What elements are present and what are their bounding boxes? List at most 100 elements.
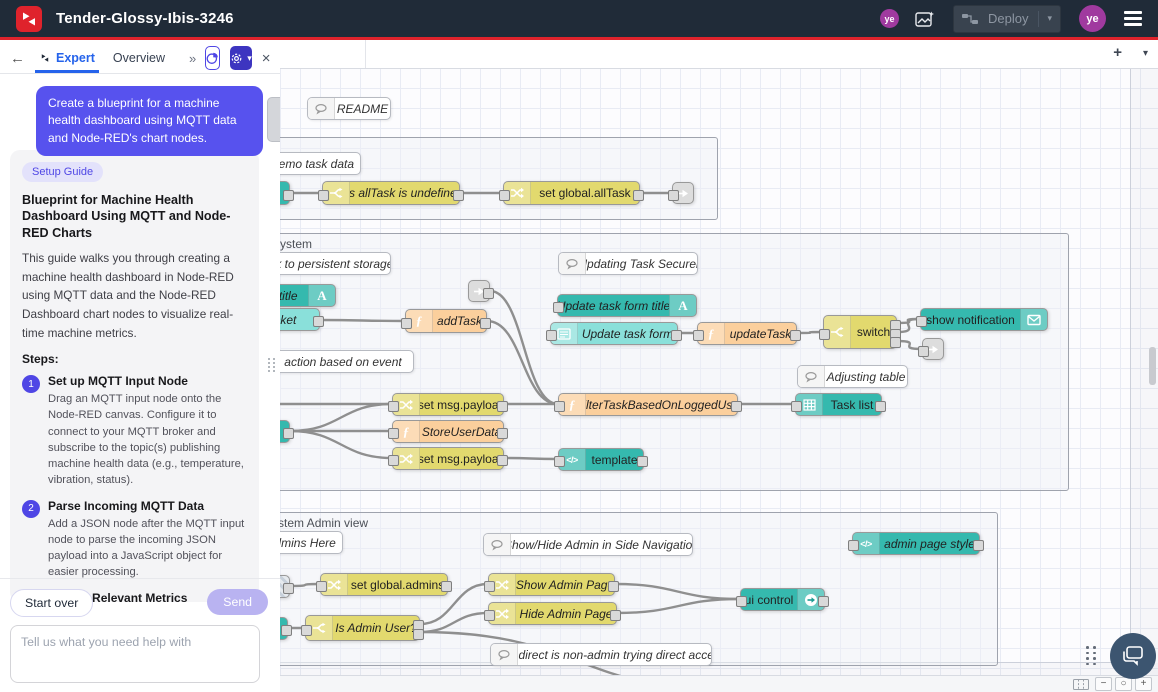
input-port[interactable] [318,190,329,201]
zoom-in-button[interactable]: + [1135,677,1152,691]
ui-admin-page-style[interactable]: </>admin page style [852,532,980,555]
function-updatetask[interactable]: ƒupdateTask [697,322,797,345]
link-out-2[interactable] [922,338,944,360]
output-port[interactable] [283,583,294,594]
switch-is-alltask-undefined[interactable]: Is allTask is undefined [322,181,460,205]
flow-canvas[interactable]: Task systemTask system Admin viewREADMED… [280,40,1158,692]
ui-control[interactable]: ui control [740,588,825,611]
output-port[interactable] [497,455,508,466]
sidebar-resize-handle[interactable] [268,358,276,372]
palette-handle[interactable] [267,97,280,142]
flowfuse-logo-icon[interactable] [16,6,42,32]
ui-add-ticket[interactable]: Add ticket [280,308,320,331]
output-port[interactable] [313,316,324,327]
output-port[interactable] [610,610,621,621]
output-port[interactable] [973,540,984,551]
change-set-global-admins[interactable]: set global.admins [320,573,448,596]
ui-update-task-form-title[interactable]: Update task form titleA [557,294,697,317]
output-port[interactable] [671,330,682,341]
chat-fab-button[interactable] [1110,633,1156,679]
output-port[interactable] [731,401,742,412]
output-port[interactable] [480,318,491,329]
assistant-input[interactable] [10,625,260,683]
ai-image-icon[interactable] [915,10,935,28]
ui-template[interactable]: </>template [558,448,644,471]
input-port[interactable] [301,625,312,636]
comment-action-based-on-event[interactable]: action based on event [280,350,414,373]
assistant-drag-dots[interactable] [1086,646,1097,665]
comment-updating-task-securely[interactable]: Updating Task Securely [558,252,698,275]
avatar-large[interactable]: ye [1079,5,1106,32]
output-port[interactable] [441,581,452,592]
ui-add-task-form-title[interactable]: Add task form titleA [280,284,336,307]
input-port[interactable] [388,428,399,439]
input-port[interactable] [546,330,557,341]
change-hide-admin-page[interactable]: Hide Admin Page [488,602,617,625]
link-in-2[interactable] [468,280,490,302]
output-port[interactable] [818,596,829,607]
hatch-stub[interactable] [280,575,290,598]
zoom-out-button[interactable]: − [1095,677,1112,691]
output-port[interactable] [633,190,644,201]
input-port[interactable] [554,456,565,467]
change-set-msg-payload-1[interactable]: set msg.payload [392,393,504,416]
function-filtertask[interactable]: ƒfilterTaskBasedOnLoggedUser [558,393,738,416]
input-port[interactable] [553,302,564,313]
input-port[interactable] [916,316,927,327]
add-flow-button[interactable]: + [1113,44,1122,61]
input-port[interactable] [484,581,495,592]
pie-chart-button[interactable] [205,46,220,70]
output-port[interactable] [637,456,648,467]
minimap-icon[interactable] [1073,679,1089,690]
more-tabs-icon[interactable]: » [189,51,195,66]
output-port[interactable] [283,190,294,201]
ui-show-notification[interactable]: show notification [920,308,1048,331]
start-over-button[interactable]: Start over [10,589,93,617]
input-port[interactable] [499,190,510,201]
tab-expert[interactable]: Expert [35,43,99,73]
input-port[interactable] [918,346,929,357]
back-arrow-icon[interactable]: ← [10,50,25,67]
input-port[interactable] [819,329,830,340]
canvas-vertical-scrollbar[interactable] [1149,347,1156,385]
stub-teal-3[interactable] [280,617,288,640]
function-addtask[interactable]: ƒaddTask [405,309,487,333]
ui-task-list[interactable]: Task list [795,393,882,416]
input-port[interactable] [693,330,704,341]
link-out-1[interactable] [672,182,694,204]
avatar-small[interactable]: ye [880,9,899,28]
input-port[interactable] [554,401,565,412]
output-port[interactable] [453,190,464,201]
output-port[interactable] [283,428,294,439]
output-port[interactable] [413,629,424,640]
input-port[interactable] [791,401,802,412]
comment-show-hide-admin[interactable]: Show/Hide Admin in Side Navigation [483,533,693,556]
output-port[interactable] [497,428,508,439]
comment-readme[interactable]: README [307,97,391,120]
input-port[interactable] [388,401,399,412]
function-storeuserdata[interactable]: ƒStoreUserData [392,420,504,443]
comment-add-admins-here[interactable]: Add Admins Here [280,531,343,554]
input-port[interactable] [316,581,327,592]
input-port[interactable] [484,610,495,621]
output-port[interactable] [497,401,508,412]
zoom-reset-button[interactable]: ○ [1115,677,1132,691]
switch-is-admin-user[interactable]: Is Admin User? [305,615,420,641]
deploy-button[interactable]: Deploy ▾ [953,5,1061,33]
comment-demo-task-data[interactable]: Demo task data [280,152,361,175]
input-port[interactable] [848,540,859,551]
output-port[interactable] [890,337,901,348]
stub-teal-2[interactable] [280,420,290,443]
tab-overview[interactable]: Overview [109,43,169,73]
change-set-global-alltask[interactable]: set global.allTask [503,181,640,205]
input-port[interactable] [388,455,399,466]
output-port[interactable] [281,625,292,636]
send-button[interactable]: Send [207,589,268,615]
ui-update-task-form[interactable]: Update task form [550,322,678,345]
output-port[interactable] [790,330,801,341]
change-show-admin-page[interactable]: Show Admin Page [488,573,615,596]
hamburger-menu-icon[interactable] [1124,11,1142,26]
input-port[interactable] [736,596,747,607]
switch-switch[interactable]: switch [823,315,897,349]
change-set-msg-payload-2[interactable]: set msg.payload [392,447,504,470]
